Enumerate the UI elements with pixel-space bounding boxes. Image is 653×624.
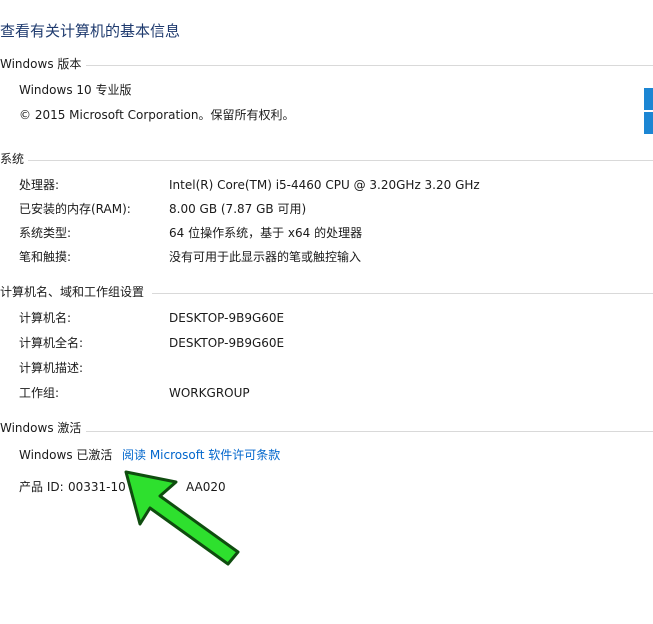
computer-fullname-value: DESKTOP-9B9G60E — [169, 336, 285, 350]
system-type-value: 64 位操作系统，基于 x64 的处理器 — [169, 226, 363, 240]
workgroup-label: 工作组: — [19, 386, 60, 400]
section-header-computer: 计算机名、域和工作组设置 — [0, 285, 145, 299]
product-id-label: 产品 ID: — [19, 480, 64, 494]
section-divider — [86, 65, 653, 66]
system-type-label: 系统类型: — [19, 226, 72, 240]
windows-logo-icon — [644, 88, 653, 134]
section-header-edition: Windows 版本 — [0, 57, 82, 71]
section-header-system: 系统 — [0, 152, 25, 166]
section-divider — [28, 160, 653, 161]
processor-value: Intel(R) Core(TM) i5-4460 CPU @ 3.20GHz … — [169, 178, 480, 192]
section-divider — [86, 431, 653, 432]
pen-touch-label: 笔和触摸: — [19, 250, 72, 264]
copyright-text: © 2015 Microsoft Corporation。保留所有权利。 — [19, 108, 295, 122]
computer-name-label: 计算机名: — [19, 311, 72, 325]
computer-description-label: 计算机描述: — [19, 361, 84, 375]
page-title: 查看有关计算机的基本信息 — [0, 22, 181, 40]
ram-label: 已安装的内存(RAM): — [19, 202, 131, 216]
green-arrow-annotation-icon — [124, 470, 240, 566]
edition-name: Windows 10 专业版 — [19, 83, 132, 97]
section-divider — [152, 293, 653, 294]
section-header-activation: Windows 激活 — [0, 421, 82, 435]
computer-name-value: DESKTOP-9B9G60E — [169, 311, 285, 325]
workgroup-value: WORKGROUP — [169, 386, 250, 400]
pen-touch-value: 没有可用于此显示器的笔或触控输入 — [169, 250, 362, 264]
computer-fullname-label: 计算机全名: — [19, 336, 84, 350]
activation-status: Windows 已激活 — [19, 448, 113, 462]
ram-value: 8.00 GB (7.87 GB 可用) — [169, 202, 307, 216]
processor-label: 处理器: — [19, 178, 60, 192]
